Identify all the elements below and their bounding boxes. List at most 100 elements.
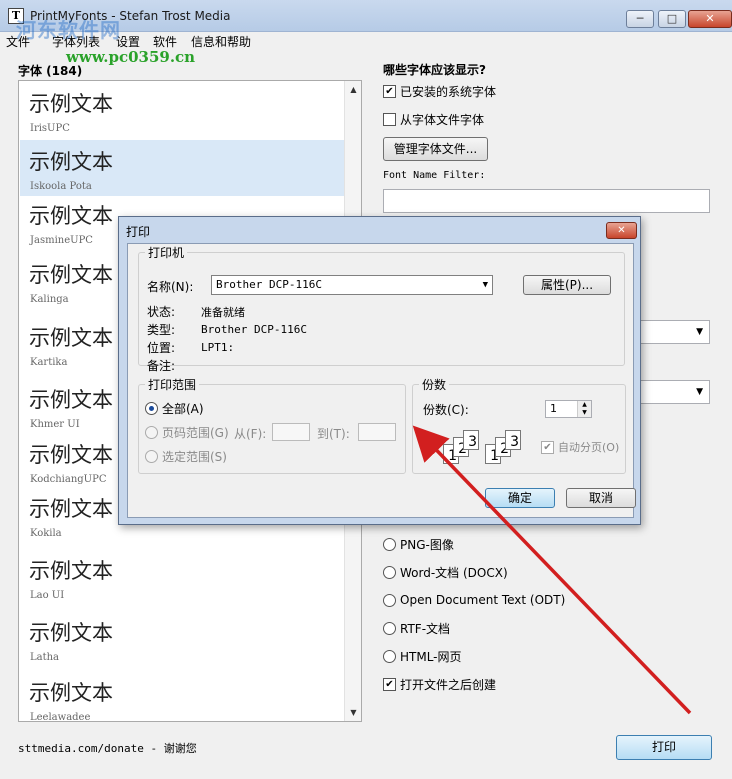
font-sample: 示例文本 — [29, 559, 113, 583]
font-count-label: 字体 (184) — [18, 64, 83, 78]
font-list-item[interactable]: 示例文本 Lao UI — [20, 549, 345, 605]
font-list-item-selected[interactable]: 示例文本 Iskoola Pota — [20, 140, 345, 196]
range-from-label: 从(F): — [234, 427, 267, 441]
dialog-close-button[interactable]: ✕ — [606, 222, 637, 239]
copies-label: 份数(C): — [423, 403, 469, 417]
format-docx-radio[interactable] — [383, 565, 396, 579]
copies-spinner[interactable]: 1 ▲ ▼ — [545, 400, 592, 418]
collate-label: 自动分页(O) — [558, 441, 620, 454]
from-file-option[interactable]: 从字体文件字体 — [383, 111, 484, 127]
open-after-checkbox[interactable]: ✔ — [383, 677, 396, 691]
font-name: KodchiangUPC — [30, 474, 107, 485]
range-selection-radio[interactable] — [145, 449, 158, 463]
font-sample: 示例文本 — [29, 263, 113, 287]
font-name: Iskoola Pota — [30, 181, 92, 192]
collate-pages-icon: 1 2 3 — [443, 430, 491, 466]
printer-properties-button[interactable]: 属性(P)... — [523, 275, 611, 295]
option-dropdown-2[interactable]: ▼ — [630, 380, 710, 404]
font-name: Lao UI — [30, 590, 65, 601]
font-sample: 示例文本 — [29, 150, 113, 174]
format-png-label: PNG-图像 — [400, 537, 454, 552]
format-odt-option[interactable]: Open Document Text (ODT) — [383, 592, 565, 608]
dialog-cancel-button[interactable]: 取消 — [566, 488, 636, 508]
font-sample: 示例文本 — [29, 621, 113, 645]
option-dropdown-1[interactable]: ▼ — [630, 320, 710, 344]
filter-input[interactable] — [383, 189, 710, 213]
font-name: IrisUPC — [30, 123, 70, 134]
range-all-label: 全部(A) — [162, 401, 204, 416]
dialog-title: 打印 — [126, 225, 151, 239]
chevron-down-icon: ▼ — [696, 327, 703, 337]
comment-label: 备注: — [147, 359, 176, 373]
close-button[interactable]: ✕ — [688, 10, 732, 28]
status-label: 状态: — [147, 305, 176, 319]
range-pages-label: 页码范围(G) — [162, 425, 229, 440]
range-pages-radio[interactable] — [145, 425, 158, 439]
format-docx-option[interactable]: Word-文档 (DOCX) — [383, 564, 508, 580]
copies-group: 份数 份数(C): 1 2 3 1 2 3 ✔ 自动分页(O) — [412, 376, 626, 474]
font-list-item[interactable]: 示例文本 Leelawadee — [20, 671, 345, 722]
printer-group: 打印机 名称(N): Brother DCP-116C ▼ 属性(P)... 状… — [138, 244, 625, 373]
format-odt-radio[interactable] — [383, 593, 396, 607]
type-label: 类型: — [147, 323, 176, 337]
copies-value: 1 — [550, 402, 557, 415]
chevron-down-icon: ▼ — [482, 280, 488, 290]
minimize-button[interactable]: ─ — [626, 10, 654, 28]
font-name: Leelawadee — [30, 712, 91, 722]
dialog-ok-button[interactable]: 确定 — [485, 488, 555, 508]
range-to-input[interactable] — [358, 423, 396, 441]
menu-info-help[interactable]: 信息和帮助 — [191, 33, 251, 50]
open-after-option[interactable]: ✔ 打开文件之后创建 — [383, 676, 496, 692]
installed-fonts-label: 已安装的系统字体 — [400, 84, 497, 99]
font-list-item[interactable]: 示例文本 Latha — [20, 611, 345, 667]
range-selection-label: 选定范围(S) — [162, 449, 227, 464]
format-rtf-option[interactable]: RTF-文档 — [383, 620, 450, 636]
font-sample: 示例文本 — [29, 443, 113, 467]
range-all-radio[interactable] — [145, 401, 158, 415]
format-png-option[interactable]: PNG-图像 — [383, 536, 454, 552]
range-to-label: 到(T): — [317, 427, 350, 441]
format-rtf-radio[interactable] — [383, 621, 396, 635]
printer-select[interactable]: Brother DCP-116C ▼ — [211, 275, 493, 295]
installed-fonts-option[interactable]: ✔ 已安装的系统字体 — [383, 83, 496, 99]
installed-fonts-checkbox[interactable]: ✔ — [383, 84, 396, 98]
format-rtf-label: RTF-文档 — [400, 621, 451, 636]
font-name: Latha — [30, 652, 60, 663]
scroll-down-icon[interactable]: ▼ — [345, 704, 361, 721]
range-pages-option[interactable]: 页码范围(G) — [145, 424, 229, 440]
format-png-radio[interactable] — [383, 537, 396, 551]
manage-font-files-button[interactable]: 管理字体文件... — [383, 137, 488, 161]
collate-checkbox[interactable]: ✔ — [541, 440, 554, 454]
scroll-up-icon[interactable]: ▲ — [345, 81, 361, 98]
range-all-option[interactable]: 全部(A) — [145, 400, 204, 416]
print-button[interactable]: 打印 — [616, 735, 712, 760]
spinner-arrows-icon[interactable]: ▲ ▼ — [577, 401, 591, 417]
font-name: Khmer UI — [30, 419, 80, 430]
print-dialog: 打印 ✕ 打印机 名称(N): Brother DCP-116C ▼ 属性(P)… — [118, 216, 641, 525]
font-name: Kokila — [30, 528, 62, 539]
collate-option[interactable]: ✔ 自动分页(O) — [541, 439, 619, 455]
maximize-button[interactable]: □ — [658, 10, 686, 28]
donate-link[interactable]: sttmedia.com/donate - 谢谢您 — [18, 740, 197, 756]
range-from-input[interactable] — [272, 423, 310, 441]
range-selection-option[interactable]: 选定范围(S) — [145, 448, 227, 464]
print-range-label: 打印范围 — [145, 376, 200, 393]
watermark-url: www.pc0359.cn — [66, 48, 196, 66]
font-sample: 示例文本 — [29, 681, 113, 705]
font-list-item[interactable]: 示例文本 IrisUPC — [20, 82, 345, 138]
collate-pages-icon: 1 2 3 — [485, 430, 533, 466]
from-file-checkbox[interactable] — [383, 112, 396, 126]
format-odt-label: Open Document Text (ODT) — [400, 593, 566, 607]
watermark-text: 河东软件网 — [16, 18, 121, 42]
status-value: 准备就绪 — [201, 306, 245, 319]
format-html-option[interactable]: HTML-网页 — [383, 648, 462, 664]
font-sample: 示例文本 — [29, 497, 113, 521]
format-html-label: HTML-网页 — [400, 649, 462, 664]
font-sample: 示例文本 — [29, 326, 113, 350]
dialog-body: 打印机 名称(N): Brother DCP-116C ▼ 属性(P)... 状… — [127, 243, 636, 518]
format-docx-label: Word-文档 (DOCX) — [400, 565, 508, 580]
chevron-down-icon: ▼ — [696, 387, 703, 397]
format-html-radio[interactable] — [383, 649, 396, 663]
where-label: 位置: — [147, 341, 176, 355]
open-after-label: 打开文件之后创建 — [400, 677, 497, 692]
